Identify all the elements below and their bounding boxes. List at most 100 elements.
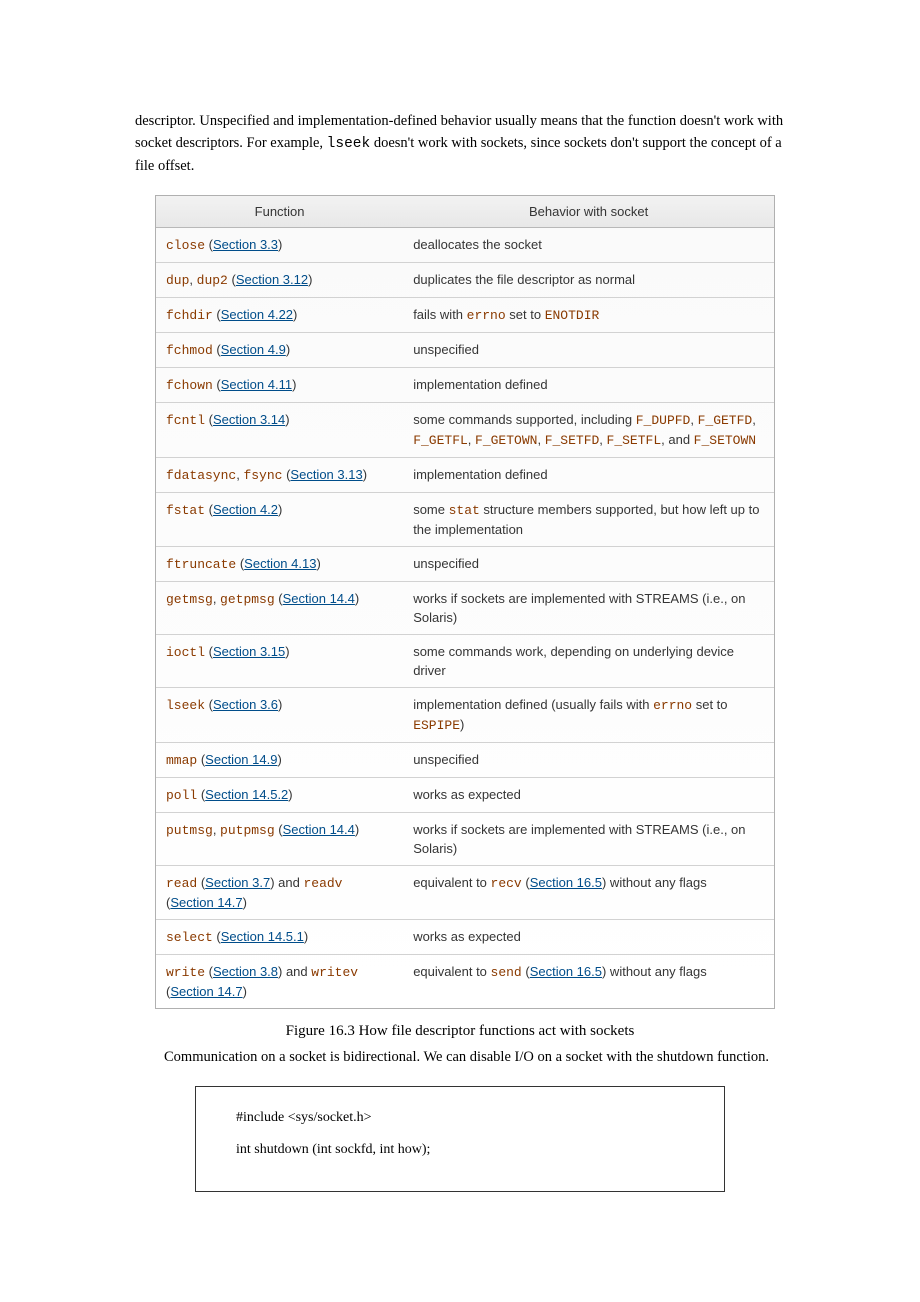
section-link[interactable]: Section 4.9 <box>221 342 286 357</box>
text-token: ( <box>205 502 213 517</box>
text-token: implementation defined <box>413 377 547 392</box>
section-link[interactable]: Section 16.5 <box>530 875 602 890</box>
code-token: fsync <box>243 468 282 483</box>
table-row: read (Section 3.7) and readv (Section 14… <box>156 866 774 920</box>
section-link[interactable]: Section 4.13 <box>244 556 316 571</box>
text-token: ) <box>292 377 296 392</box>
function-behavior-table: Function Behavior with socket close (Sec… <box>156 196 774 1008</box>
text-token: works as expected <box>413 929 521 944</box>
section-link[interactable]: Section 4.2 <box>213 502 278 517</box>
section-link[interactable]: Section 14.5.1 <box>221 929 304 944</box>
cell-behavior: works as expected <box>403 920 774 955</box>
section-link[interactable]: Section 3.7 <box>205 875 270 890</box>
code-token: errno <box>467 308 506 323</box>
section-link[interactable]: Section 4.11 <box>221 377 292 392</box>
code-token: lseek <box>166 698 205 713</box>
section-link[interactable]: Section 14.4 <box>283 822 355 837</box>
text-token: ) <box>278 502 282 517</box>
cell-behavior: equivalent to send (Section 16.5) withou… <box>403 955 774 1009</box>
paragraph-shutdown: Communication on a socket is bidirection… <box>135 1046 785 1068</box>
table-row: ioctl (Section 3.15)some commands work, … <box>156 635 774 688</box>
code-token: read <box>166 876 197 891</box>
code-token: recv <box>491 876 522 891</box>
section-link[interactable]: Section 3.6 <box>213 697 278 712</box>
table-row: fdatasync, fsync (Section 3.13)implement… <box>156 458 774 493</box>
section-link[interactable]: Section 14.7 <box>170 984 242 999</box>
text-token: ) <box>278 697 282 712</box>
section-link[interactable]: Section 3.15 <box>213 644 285 659</box>
text-token: ) <box>460 717 464 732</box>
table-row: fcntl (Section 3.14)some commands suppor… <box>156 403 774 458</box>
code-token: ftruncate <box>166 557 236 572</box>
section-link[interactable]: Section 14.5.2 <box>205 787 288 802</box>
cell-behavior: implementation defined <box>403 458 774 493</box>
code-token: stat <box>449 503 480 518</box>
text-token: , <box>599 432 606 447</box>
code-token: fcntl <box>166 413 205 428</box>
code-token: fchown <box>166 378 213 393</box>
code-line-prototype: int shutdown (int sockfd, int how); <box>236 1137 700 1163</box>
text-token: ) <box>288 787 292 802</box>
text-token: , <box>752 412 756 427</box>
text-token: duplicates the file descriptor as normal <box>413 272 635 287</box>
text-token: fails with <box>413 307 466 322</box>
cell-function: write (Section 3.8) and writev (Section … <box>156 955 403 1009</box>
code-token: putmsg <box>166 823 213 838</box>
cell-behavior: works as expected <box>403 778 774 813</box>
table-body: close (Section 3.3)deallocates the socke… <box>156 228 774 1009</box>
code-token: getmsg <box>166 592 213 607</box>
cell-function: fchmod (Section 4.9) <box>156 333 403 368</box>
section-link[interactable]: Section 14.9 <box>205 752 277 767</box>
section-link[interactable]: Section 3.3 <box>213 237 278 252</box>
cell-behavior: works if sockets are implemented with ST… <box>403 813 774 866</box>
table-row: poll (Section 14.5.2) works as expected <box>156 778 774 813</box>
cell-function: mmap (Section 14.9) <box>156 743 403 778</box>
section-link[interactable]: Section 3.14 <box>213 412 285 427</box>
cell-function: poll (Section 14.5.2) <box>156 778 403 813</box>
code-token: send <box>491 965 522 980</box>
code-token: dup <box>166 273 189 288</box>
code-token: ioctl <box>166 645 205 660</box>
text-token: ( <box>205 964 213 979</box>
section-link[interactable]: Section 3.12 <box>236 272 308 287</box>
text-token: ) and <box>270 875 303 890</box>
code-token: fstat <box>166 503 205 518</box>
text-token: unspecified <box>413 342 479 357</box>
code-token: F_GETFD <box>698 413 753 428</box>
table-row: write (Section 3.8) and writev (Section … <box>156 955 774 1009</box>
cell-function: select (Section 14.5.1) <box>156 920 403 955</box>
section-link[interactable]: Section 3.13 <box>290 467 362 482</box>
text-token: ) <box>285 412 289 427</box>
table-row: close (Section 3.3)deallocates the socke… <box>156 228 774 263</box>
text-token: works as expected <box>413 787 521 802</box>
cell-function: fchdir (Section 4.22) <box>156 298 403 333</box>
text-token: ( <box>522 875 530 890</box>
function-behavior-table-wrap: Function Behavior with socket close (Sec… <box>155 195 775 1009</box>
cell-behavior: deallocates the socket <box>403 228 774 263</box>
text-token: set to <box>692 697 727 712</box>
text-token: set to <box>506 307 545 322</box>
text-token: ( <box>228 272 236 287</box>
table-row: fchmod (Section 4.9) unspecified <box>156 333 774 368</box>
code-token: getpmsg <box>220 592 275 607</box>
code-token: F_SETFD <box>545 433 600 448</box>
text-token: ) <box>278 237 282 252</box>
text-token: implementation defined <box>413 467 547 482</box>
text-token: ) <box>363 467 367 482</box>
text-token: ( <box>205 237 213 252</box>
text-token: implementation defined (usually fails wi… <box>413 697 653 712</box>
code-token: fdatasync <box>166 468 236 483</box>
table-row: ftruncate (Section 4.13)unspecified <box>156 547 774 582</box>
intro-code: lseek <box>327 136 371 152</box>
cell-function: fcntl (Section 3.14) <box>156 403 403 458</box>
table-row: fchown (Section 4.11) implementation defi… <box>156 368 774 403</box>
section-link[interactable]: Section 14.4 <box>283 591 355 606</box>
cell-behavior: works if sockets are implemented with ST… <box>403 582 774 635</box>
section-link[interactable]: Section 3.8 <box>213 964 278 979</box>
code-token: F_SETFL <box>607 433 662 448</box>
section-link[interactable]: Section 16.5 <box>530 964 602 979</box>
section-link[interactable]: Section 14.7 <box>170 895 242 910</box>
section-link[interactable]: Section 4.22 <box>221 307 293 322</box>
text-token: ) <box>277 752 281 767</box>
cell-function: fchown (Section 4.11) <box>156 368 403 403</box>
